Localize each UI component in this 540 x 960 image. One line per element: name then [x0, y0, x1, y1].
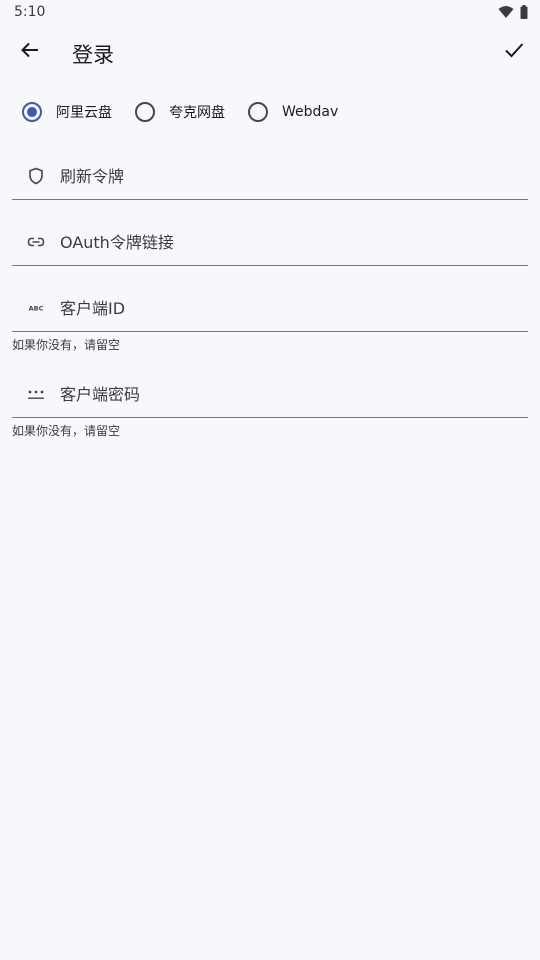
- abc-icon: ABC: [26, 298, 46, 318]
- status-bar: 5:10: [0, 0, 540, 24]
- radio-label: 夸克网盘: [169, 105, 225, 121]
- check-icon: [503, 39, 525, 65]
- client-id-input[interactable]: [60, 294, 500, 322]
- confirm-button[interactable]: [494, 32, 534, 72]
- login-screen: 5:10 登录 阿里云盘 夸克网盘 Webdav 刷新令牌 OAuth令牌链接 …: [0, 0, 540, 960]
- wifi-icon: [498, 5, 514, 19]
- client-id-field[interactable]: ABC: [12, 280, 528, 332]
- client-secret-field[interactable]: [12, 366, 528, 418]
- client-id-helper-text: 如果你没有，请留空: [12, 338, 121, 352]
- svg-text:ABC: ABC: [29, 305, 44, 313]
- app-bar: 登录: [0, 24, 540, 80]
- client-secret-helper-text: 如果你没有，请留空: [12, 424, 121, 438]
- radio-button-checked[interactable]: [22, 102, 42, 122]
- radio-option-aliyun[interactable]: 阿里云盘: [22, 96, 112, 128]
- password-icon: [26, 384, 46, 404]
- back-button[interactable]: [10, 32, 50, 72]
- status-icons: [498, 5, 528, 19]
- radio-label: Webdav: [282, 104, 339, 120]
- provider-radio-group: 阿里云盘 夸克网盘 Webdav: [0, 96, 540, 128]
- radio-label: 阿里云盘: [56, 105, 112, 121]
- radio-button[interactable]: [135, 102, 155, 122]
- oauth-link-field[interactable]: [12, 214, 528, 266]
- client-secret-input[interactable]: [60, 380, 500, 408]
- refresh-token-field[interactable]: [12, 148, 528, 200]
- refresh-token-input[interactable]: [60, 162, 500, 190]
- arrow-back-icon: [20, 40, 40, 64]
- oauth-link-input[interactable]: [60, 228, 500, 256]
- page-title: 登录: [72, 43, 114, 67]
- radio-button[interactable]: [248, 102, 268, 122]
- battery-icon: [520, 5, 528, 19]
- status-time: 5:10: [14, 4, 46, 20]
- shield-icon: [26, 166, 46, 186]
- link-icon: [26, 232, 46, 252]
- radio-option-webdav[interactable]: Webdav: [248, 96, 338, 128]
- radio-option-quark[interactable]: 夸克网盘: [135, 96, 225, 128]
